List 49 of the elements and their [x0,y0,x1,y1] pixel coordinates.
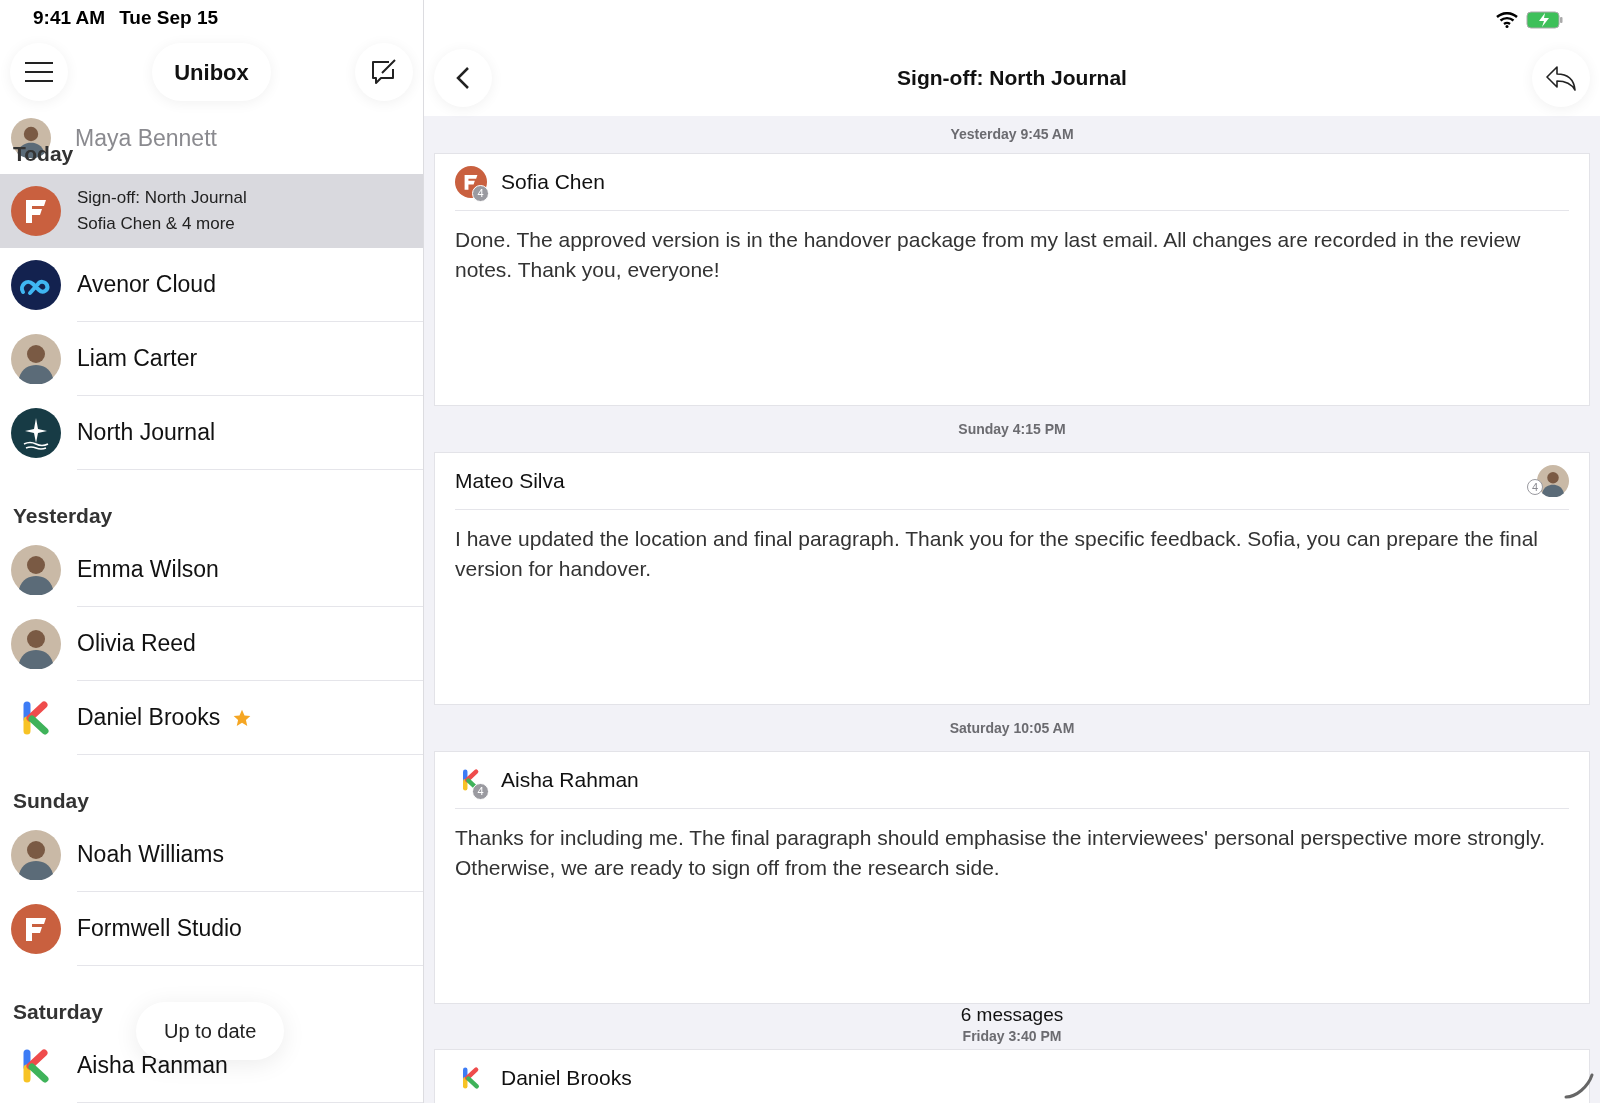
conversation-title: Daniel Brooks [77,703,221,733]
conversation-row[interactable]: Sign-off: North Journal Sofia Chen & 4 more [0,174,423,248]
conversation-title: North Journal [77,418,216,448]
message-body: Done. The approved version is in the handover package from my last email. All changes are recorded in the review notes. Thank you, everyone! [454,227,1522,283]
person-avatar-icon [11,334,61,384]
conversation-title: Noah Williams [77,840,224,870]
battery-charging-icon [1526,11,1564,29]
conversation-title: Emma Wilson [77,555,219,585]
mailbox-title-button[interactable]: Unibox [152,43,271,101]
reply-icon [1545,65,1577,91]
sender-name: Mateo Silva [455,468,565,495]
person-avatar-icon [11,830,61,880]
status-time: 9:41 AM [33,5,106,30]
person-avatar-icon [11,619,61,669]
wifi-icon [1496,12,1518,28]
message-date: Friday 3:40 PM [962,1028,1062,1044]
thread-title: Sign-off: North Journal [897,65,1127,92]
sender-name: Daniel Brooks [501,1065,632,1092]
conversation-title: Maya Bennett [75,123,217,153]
message-body: Thanks for including me. The final paragraph should emphasise the interviewees' personal perspective more strongly. Otherwise, we are ready to sign off from the research side. [454,825,1546,881]
section-heading: Sunday [13,789,89,812]
compose-icon [369,57,399,87]
conversation-title: Olivia Reed [77,629,196,659]
menu-icon [24,61,54,83]
sender-name: Sofia Chen [501,169,605,196]
section-heading: Today [13,142,74,165]
message-count[interactable]: 6 messages [960,1005,1064,1025]
conversation-title: Liam Carter [77,344,198,374]
f-logo-icon [11,186,61,236]
message-date: Saturday 10:05 AM [949,720,1075,736]
conversation-title: Avenor Cloud [77,270,216,300]
count-badge: 4 [472,783,489,800]
sender-name: Aisha Rahman [501,767,639,794]
f-logo-icon [11,904,61,954]
conversation-subtitle: Sofia Chen & 4 more [77,213,236,235]
message-date: Yesterday 9:45 AM [950,126,1074,142]
conversation-title: Sign-off: North Journal [77,187,247,209]
section-heading: Yesterday [13,504,113,527]
count-badge: 4 [1527,479,1543,495]
person-avatar-icon [1537,465,1569,497]
status-date: Tue Sep 15 [119,5,219,30]
message-date: Sunday 4:15 PM [958,421,1066,437]
person-avatar-icon [11,545,61,595]
message-body: I have updated the location and final paragraph. Thank you for the specific feedback. Sofia, you can prepare the final version for handover. [454,526,1539,582]
star-logo-icon [11,408,61,458]
cloud-logo-icon [11,260,61,310]
section-heading: Saturday [13,1000,103,1023]
conversation-title: Formwell Studio [77,914,242,944]
back-icon [456,66,470,90]
